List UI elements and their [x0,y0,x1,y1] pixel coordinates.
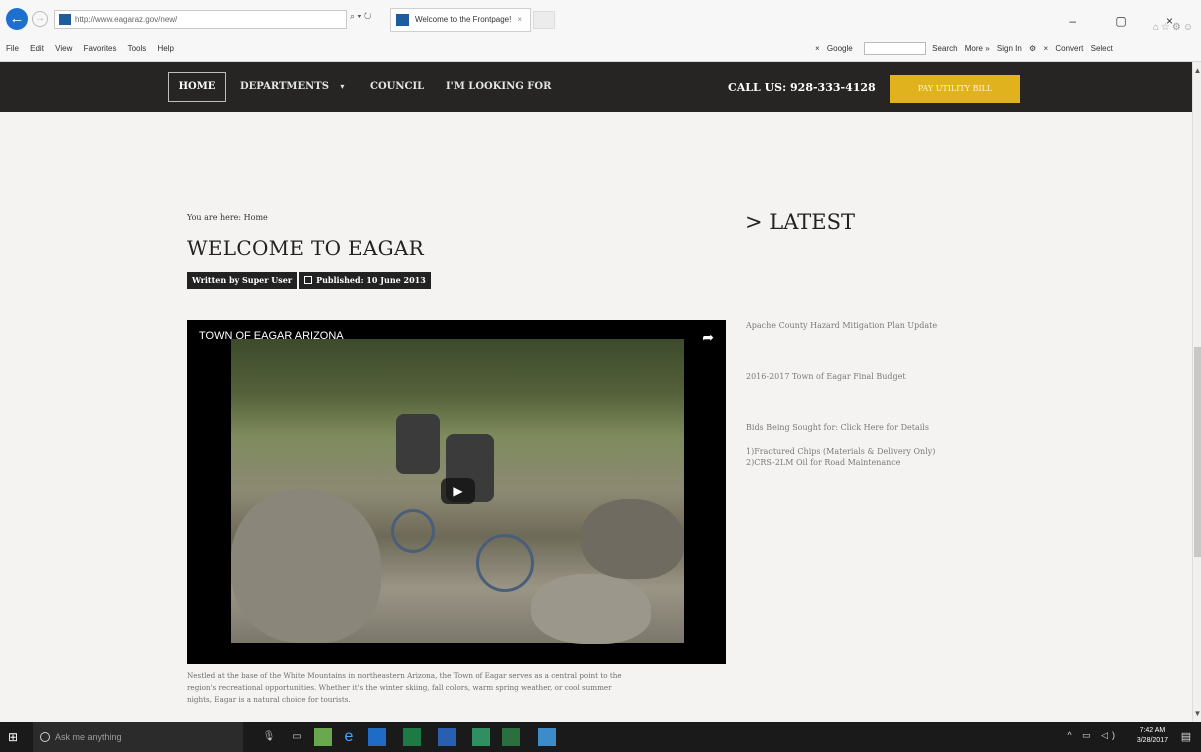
nav-council[interactable]: COUNCIL [370,81,424,92]
wrench-icon[interactable]: ⚙ [1029,44,1036,53]
scroll-up-icon[interactable]: ▲ [1193,66,1201,75]
microphone-icon[interactable]: 🎙 [260,728,278,746]
address-bar[interactable]: http://www.eagaraz.gov/new/ [54,10,347,29]
published-text: Published: 10 June 2013 [316,275,426,285]
google-toolbar: × Google Search More » Sign In ⚙ × Conve… [815,42,1118,58]
cortana-circle-icon [40,732,50,742]
share-arrow-icon[interactable]: ➦ [702,329,714,346]
article-meta: Written by Super User Published: 10 June … [187,270,433,289]
site-favicon-icon [59,14,71,25]
intro-paragraph: Nestled at the base of the White Mountai… [187,670,727,706]
menu-file[interactable]: File [6,44,19,53]
browser-menu-bar: File Edit View Favorites Tools Help [6,44,183,58]
author-badge: Written by Super User [187,272,298,289]
outlook-icon[interactable] [368,728,386,746]
app-icon[interactable] [538,728,556,746]
published-badge: Published: 10 June 2013 [299,272,431,289]
internet-explorer-icon[interactable]: e [340,728,358,746]
latest-item-bids[interactable]: Bids Being Sought for: Click Here for De… [746,422,929,433]
latest-bid-detail-1: 1)Fractured Chips (Materials & Delivery … [746,447,936,456]
new-tab-button[interactable] [533,11,555,29]
menu-favorites[interactable]: Favorites [84,44,117,53]
browser-chrome: ← → http://www.eagaraz.gov/new/ ⌕ ▾ ↻ We… [0,0,1201,62]
google-search-button[interactable]: Search [932,44,957,53]
notification-icon[interactable]: ▤ [1179,730,1193,744]
breadcrumb: You are here: Home [187,213,268,222]
tab-favicon-icon [396,14,409,26]
tab-title: Welcome to the Frontpage! [415,15,512,24]
call-us-phone: CALL US: 928-333-4128 [728,81,876,94]
page-title: WELCOME TO EAGAR [187,236,424,260]
calendar-icon [304,276,313,284]
forward-arrow-icon[interactable]: → [32,11,48,27]
google-label: Google [826,43,853,53]
bike-wheel-shape [476,534,534,592]
rock-shape [581,499,684,579]
windows-taskbar: ⊞ Ask me anything 🎙 ▭ e ^ ▭ ◁) 7:42 AM 3… [0,722,1201,752]
menu-view[interactable]: View [55,44,72,53]
intro-line: region's recreational opportunities. Whe… [187,683,612,692]
excel-icon[interactable] [403,728,421,746]
nav-departments-label: DEPARTMENTS [240,81,329,92]
rider-shape [396,414,440,474]
google-signin-button[interactable]: Sign In [997,44,1022,53]
latest-heading: > LATEST [745,210,855,234]
chevron-down-icon: ▾ [340,81,345,91]
latest-bid-detail-2: 2)CRS-2LM Oil for Road Maintenance [746,458,901,467]
cortana-search-box[interactable]: Ask me anything [33,722,243,752]
back-arrow-icon[interactable]: ← [6,8,28,30]
nav-home[interactable]: HOME [168,72,226,102]
nav-looking-for[interactable]: I'M LOOKING FOR [446,81,551,92]
page-scrollbar[interactable]: ▲ ▼ [1192,62,1201,722]
task-view-icon[interactable]: ▭ [288,728,306,746]
project-icon[interactable] [472,728,490,746]
windows-start-icon[interactable]: ⊞ [8,730,22,744]
app-icon[interactable] [314,728,332,746]
word-icon[interactable] [438,728,456,746]
system-tray-icons[interactable]: ^ ▭ ◁) [1067,730,1119,741]
toolbar-close-icon[interactable]: × [1043,44,1048,53]
intro-line: Nestled at the base of the White Mountai… [187,671,622,680]
google-close-icon[interactable]: × [815,44,820,53]
nav-departments[interactable]: DEPARTMENTS ▾ [240,81,344,92]
select-button[interactable]: Select [1091,44,1113,53]
clock-date: 3/28/2017 [1136,737,1168,744]
scroll-thumb[interactable] [1194,347,1201,557]
menu-tools[interactable]: Tools [128,44,147,53]
video-title: TOWN OF EAGAR ARIZONA [199,330,344,342]
scroll-down-icon[interactable]: ▼ [1193,709,1201,718]
site-top-nav: HOME DEPARTMENTS ▾ COUNCIL I'M LOOKING F… [0,62,1192,112]
latest-item-hazard-plan[interactable]: Apache County Hazard Mitigation Plan Upd… [746,320,937,331]
pay-utility-bill-button[interactable]: PAY UTILITY BILL [890,75,1020,103]
address-search-refresh-icons[interactable]: ⌕ ▾ ↻ [350,11,371,22]
browser-nav-row: ← → http://www.eagaraz.gov/new/ ⌕ ▾ ↻ We… [0,8,1201,34]
google-search-input[interactable] [863,42,926,55]
browser-tab[interactable]: Welcome to the Frontpage! × [390,8,531,32]
address-text: http://www.eagaraz.gov/new/ [75,15,178,24]
taskbar-clock[interactable]: 7:42 AM 3/28/2017 [1137,726,1168,746]
home-star-gear-smiley-icons[interactable]: ⌂☆⚙☺ [1153,22,1195,33]
rock-shape [531,574,651,644]
latest-item-final-budget[interactable]: 2016-2017 Town of Eagar Final Budget [746,371,906,382]
tab-close-icon[interactable]: × [517,9,522,31]
menu-help[interactable]: Help [158,44,174,53]
menu-edit[interactable]: Edit [30,44,44,53]
play-button-icon[interactable]: ▶ [441,478,475,504]
cortana-placeholder: Ask me anything [55,732,122,742]
intro-line: nights, Eagar is a natural choice for to… [187,695,351,704]
rock-shape [231,489,381,643]
google-more-button[interactable]: More » [965,44,990,53]
video-player[interactable]: TOWN OF EAGAR ARIZONA ➦ ▶ [187,320,726,664]
convert-button[interactable]: Convert [1055,44,1083,53]
clock-time: 7:42 AM [1139,727,1166,734]
app-icon[interactable] [502,728,520,746]
bike-wheel-shape [391,509,435,553]
